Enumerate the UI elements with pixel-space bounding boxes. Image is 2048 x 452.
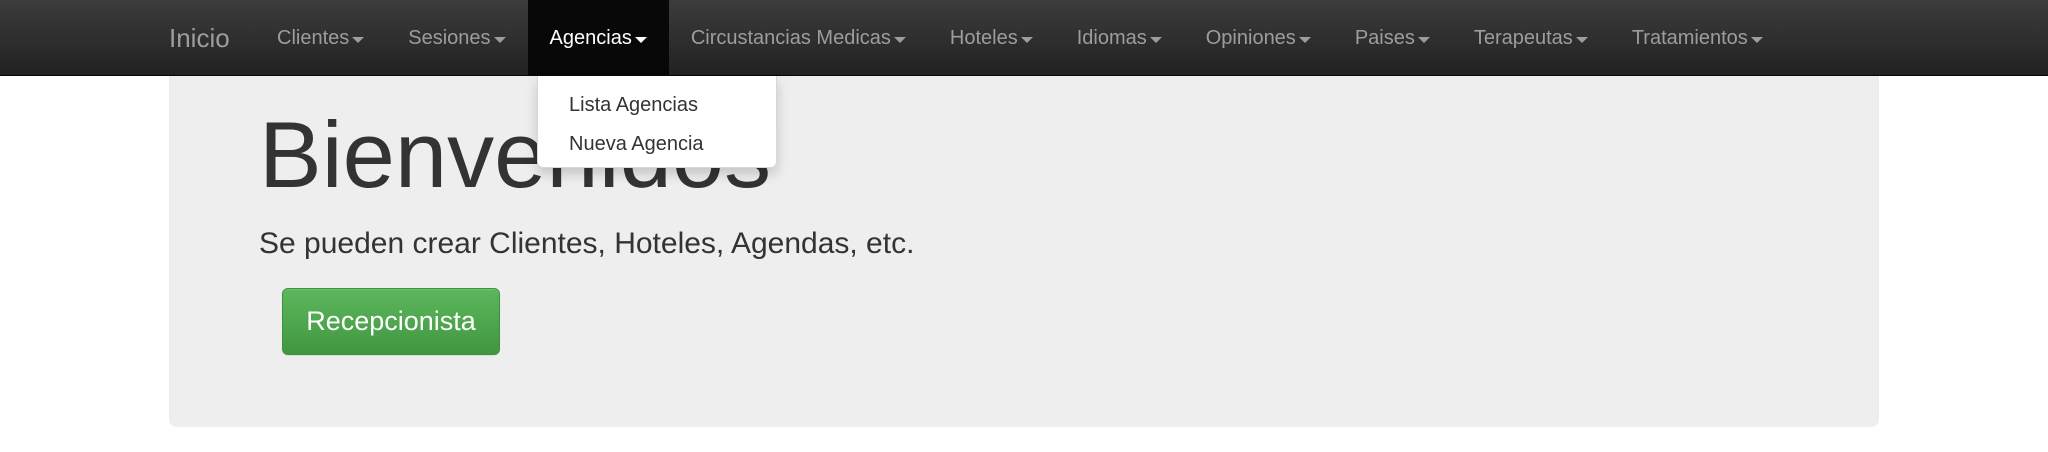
recepcionista-button[interactable]: Recepcionista: [282, 288, 500, 355]
nav-item-paises[interactable]: Paises: [1333, 0, 1452, 76]
caret-down-icon: [1298, 36, 1311, 43]
nav-item-idiomas[interactable]: Idiomas: [1055, 0, 1184, 76]
nav-menu: Clientes Sesiones Agencias Circustancias…: [255, 0, 1785, 76]
nav-item-label: Circustancias Medicas: [690, 26, 891, 49]
caret-down-icon: [634, 36, 647, 43]
nav-item-label: Paises: [1354, 26, 1415, 49]
nav-item-label: Sesiones: [408, 26, 491, 49]
caret-down-icon: [352, 36, 365, 43]
nav-item-clientes[interactable]: Clientes: [255, 0, 386, 76]
nav-item-label: Hoteles: [949, 26, 1018, 49]
nav-item-label: Idiomas: [1076, 26, 1147, 49]
caret-down-icon: [1417, 36, 1430, 43]
caret-down-icon: [1750, 36, 1763, 43]
caret-down-icon: [1149, 36, 1162, 43]
nav-item-label: Terapeutas: [1473, 26, 1573, 49]
caret-down-icon: [493, 36, 506, 43]
nav-item-agencias[interactable]: Agencias: [527, 0, 669, 76]
nav-item-label: Agencias: [549, 26, 632, 49]
nav-item-label: Tratamientos: [1631, 26, 1748, 49]
dropdown-item-nueva-agencia[interactable]: Nueva Agencia: [538, 125, 776, 164]
dropdown-item-lista-agencias[interactable]: Lista Agencias: [538, 86, 776, 125]
brand-link[interactable]: Inicio: [169, 0, 230, 76]
nav-item-hoteles[interactable]: Hoteles: [928, 0, 1055, 76]
nav-item-circustancias-medicas[interactable]: Circustancias Medicas: [669, 0, 928, 76]
jumbotron: Bienvenidos Se pueden crear Clientes, Ho…: [169, 76, 1879, 427]
nav-item-tratamientos[interactable]: Tratamientos: [1610, 0, 1785, 76]
caret-down-icon: [1020, 36, 1033, 43]
caret-down-icon: [1575, 36, 1588, 43]
nav-item-label: Clientes: [277, 26, 350, 49]
agencias-dropdown-menu: Lista Agencias Nueva Agencia: [537, 76, 777, 168]
nav-item-sesiones[interactable]: Sesiones: [386, 0, 527, 76]
lead-text: Se pueden crear Clientes, Hoteles, Agend…: [259, 227, 915, 260]
top-navbar: Inicio Clientes Sesiones Agencias Circus…: [0, 0, 2048, 76]
nav-item-label: Opiniones: [1205, 26, 1296, 49]
nav-item-opiniones[interactable]: Opiniones: [1184, 0, 1333, 76]
nav-item-terapeutas[interactable]: Terapeutas: [1452, 0, 1610, 76]
caret-down-icon: [893, 36, 906, 43]
